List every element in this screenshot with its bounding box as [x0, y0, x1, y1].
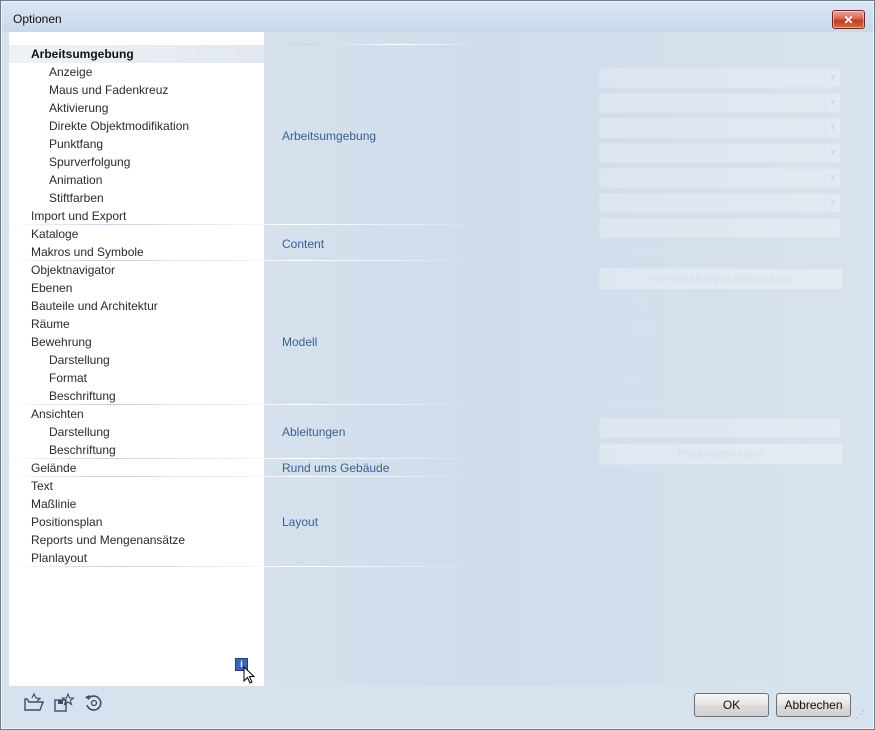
group-label-content[interactable]: Content [282, 237, 324, 251]
participate-option: teilnehmen [601, 322, 655, 334]
close-icon: ✕ [843, 12, 854, 27]
tree-item-bauteile-architektur[interactable]: Bauteile und Architektur [31, 297, 158, 315]
create-option: erstellen [601, 372, 643, 384]
tree-item-aktivierung[interactable]: Aktivierung [49, 99, 108, 117]
tree-item-bewehrung-beschriftung[interactable]: Beschriftung [49, 387, 116, 405]
tree-item-animation[interactable]: Animation [49, 171, 102, 189]
window-title: Optionen [13, 12, 62, 26]
group-separator [264, 44, 484, 45]
fraction-select: 1/8 ▼ [599, 143, 841, 163]
resize-grip-icon[interactable]: ⋰ [856, 709, 865, 720]
group-label-layout[interactable]: Layout [282, 515, 318, 529]
options-tree: Arbeitsumgebung Anzeige Maus und Fadenkr… [9, 32, 264, 686]
tree-item-ansichten[interactable]: Ansichten [31, 405, 84, 423]
chevron-down-icon: ▼ [825, 144, 840, 162]
unit-value: m [606, 98, 616, 110]
tree-item-text[interactable]: Text [31, 477, 53, 495]
angle-select: deg ▼ [599, 168, 841, 188]
tree-item-makros-symbole[interactable]: Makros und Symbole [31, 243, 144, 261]
doubleclick-option: auch bei Doppelklick links [601, 247, 727, 259]
path-settings-button: Pfadeinstellungen [599, 443, 843, 465]
fraction-value: 1/8 [606, 148, 622, 160]
reset-icon[interactable] [83, 692, 105, 714]
tree-item-planlayout[interactable]: Planlayout [31, 549, 87, 567]
tree-item-arbeitsumgebung[interactable]: Arbeitsumgebung [9, 45, 264, 63]
order-defaults-button: Voreinstellungen Reihenfolge [599, 268, 843, 290]
tree-item-objektmodifikation[interactable]: Direkte Objektmodifikation [49, 117, 189, 135]
angle-value: deg [606, 173, 625, 185]
angle-mode-select: Winkel ▼ [599, 193, 841, 213]
group-separator [9, 476, 489, 477]
mouse-cursor-icon [243, 666, 256, 684]
tree-item-objektnavigator[interactable]: Objektnavigator [31, 261, 115, 279]
group-separator [9, 404, 489, 405]
ok-button[interactable]: OK [694, 693, 769, 717]
tree-item-maus-fadenkreuz[interactable]: Maus und Fadenkreuz [49, 81, 168, 99]
options-dialog: Optionen ✕ Arbeitsumgebung Anzeige Maus … [0, 0, 875, 730]
cancel-button[interactable]: Abbrechen [776, 693, 851, 717]
tree-item-ansichten-darstellung[interactable]: Darstellung [49, 423, 110, 441]
optimize-option: optimieren [601, 297, 653, 309]
angle-mode-value: Winkel [606, 198, 640, 210]
group-label-ableitungen[interactable]: Ableitungen [282, 425, 345, 439]
format-value: Punkt/Pfeil: dezimal [606, 123, 703, 135]
group-separator [9, 566, 489, 567]
group-label-modell[interactable]: Modell [282, 335, 317, 349]
dialog-footer: OK Abbrechen ⋰ [9, 686, 867, 722]
title-bar[interactable]: Optionen ✕ [2, 2, 873, 32]
dialog-body: Arbeitsumgebung Anzeige Maus und Fadenkr… [9, 32, 867, 686]
tree-item-kataloge[interactable]: Kataloge [31, 225, 78, 243]
open-folder-icon[interactable] [23, 692, 45, 714]
tree-item-spurverfolgung[interactable]: Spurverfolgung [49, 153, 130, 171]
close-button[interactable]: ✕ [832, 10, 865, 29]
chevron-down-icon: ▼ [825, 69, 840, 87]
chevron-down-icon: ▼ [825, 194, 840, 212]
tree-item-bewehrung-darstellung[interactable]: Darstellung [49, 351, 110, 369]
language-select: Deutsch ▼ [599, 68, 841, 88]
distance-value: 0.010 mm [606, 223, 655, 235]
distance-input: 0.010 mm [599, 218, 841, 238]
tree-item-raeume[interactable]: Räume [31, 315, 70, 333]
group-separator [9, 458, 489, 459]
group-label-rund-ums-gebaeude[interactable]: Rund ums Gebäude [282, 461, 389, 475]
tree-item-gelaende[interactable]: Gelände [31, 459, 76, 477]
group-label-arbeitsumgebung[interactable]: Arbeitsumgebung [282, 129, 376, 143]
tree-item-stiftfarben[interactable]: Stiftfarben [49, 189, 104, 207]
tree-item-bewehrung-format[interactable]: Format [49, 369, 87, 387]
tree-item-ansichten-beschriftung[interactable]: Beschriftung [49, 441, 116, 459]
unit-select: m ▼ [599, 93, 841, 113]
tree-item-ebenen[interactable]: Ebenen [31, 279, 72, 297]
autosave-interval-input: 15 min [599, 418, 841, 438]
group-separator [9, 260, 489, 261]
tree-item-masslinie[interactable]: Maßlinie [31, 495, 76, 513]
language-value: Deutsch [606, 73, 647, 85]
tree-item-import-export[interactable]: Import und Export [31, 207, 126, 225]
autosave-option: automatisch speichern [601, 397, 712, 409]
autosave-interval-value: 15 min [606, 423, 640, 435]
chevron-down-icon: ▼ [825, 169, 840, 187]
format-select: Punkt/Pfeil: dezimal ▼ [599, 118, 841, 138]
group-separator [9, 224, 489, 225]
tree-item-bewehrung[interactable]: Bewehrung [31, 333, 92, 351]
tree-item-reports[interactable]: Reports und Mengenansätze [31, 531, 185, 549]
chevron-down-icon: ▼ [825, 94, 840, 112]
chevron-down-icon: ▼ [825, 119, 840, 137]
tree-item-positionsplan[interactable]: Positionsplan [31, 513, 102, 531]
tree-item-anzeige[interactable]: Anzeige [49, 63, 92, 81]
save-favorite-icon[interactable] [53, 692, 75, 714]
tree-item-punktfang[interactable]: Punktfang [49, 135, 103, 153]
